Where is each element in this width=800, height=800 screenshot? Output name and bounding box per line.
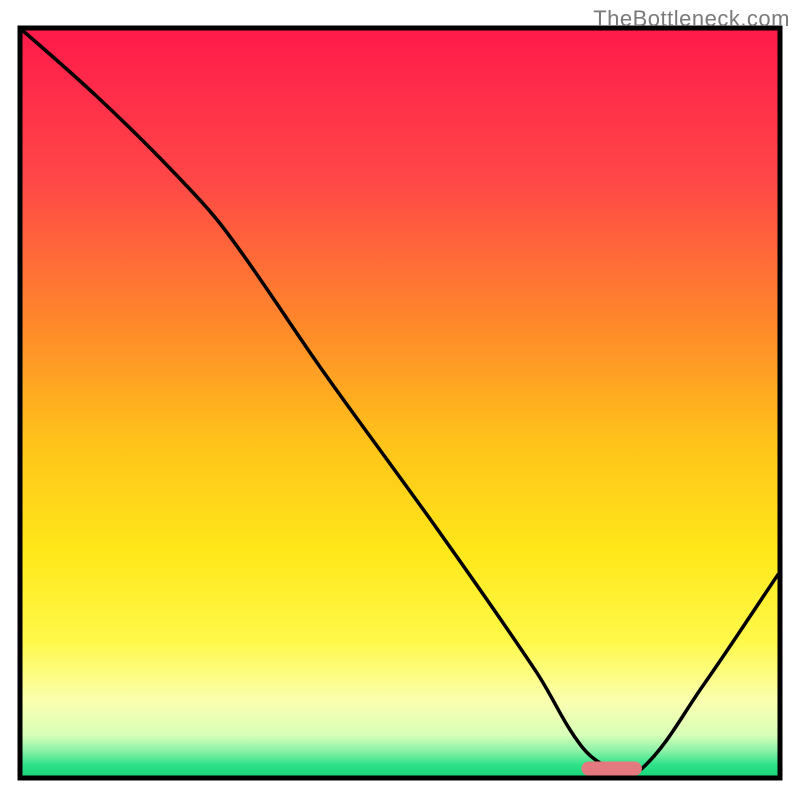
gradient-background [22, 30, 778, 776]
optimal-marker [581, 762, 641, 776]
chart-container: TheBottleneck.com [0, 0, 800, 800]
watermark-label: TheBottleneck.com [593, 6, 790, 32]
chart-svg [0, 0, 800, 800]
plot-area [20, 28, 780, 778]
